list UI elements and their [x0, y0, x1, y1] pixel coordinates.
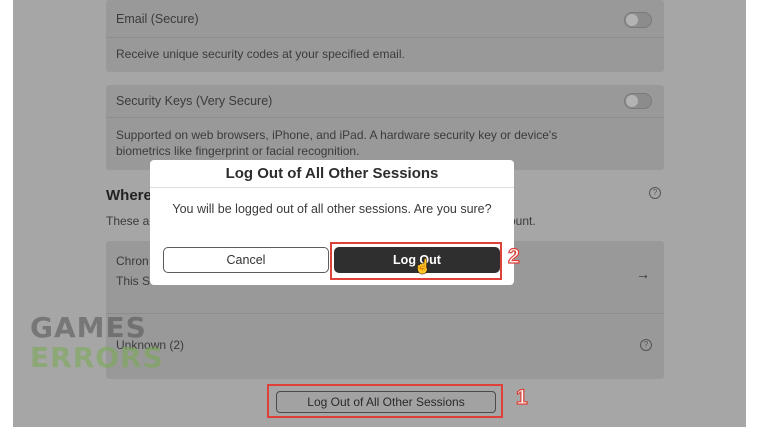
- security-keys-description-line2: biometrics like fingerprint or facial re…: [116, 144, 360, 158]
- session-divider: [106, 313, 664, 314]
- email-option-title: Email (Secure): [116, 12, 199, 26]
- help-icon[interactable]: ?: [640, 339, 652, 351]
- modal-title: Log Out of All Other Sessions: [225, 165, 439, 182]
- watermark-line2: ERRORS: [30, 341, 164, 374]
- modal-divider: [150, 187, 514, 188]
- session-name[interactable]: Chron: [116, 254, 149, 268]
- step1-number: 1: [515, 385, 528, 409]
- toggle-knob: [626, 14, 638, 26]
- logout-confirm-modal: Log Out of All Other Sessions You will b…: [150, 160, 514, 285]
- cancel-button[interactable]: Cancel: [163, 247, 329, 273]
- security-keys-title: Security Keys (Very Secure): [116, 94, 273, 108]
- settings-page: Email (Secure) Receive unique security c…: [13, 0, 746, 427]
- help-icon[interactable]: ?: [649, 187, 661, 199]
- modal-message: You will be logged out of all other sess…: [172, 202, 492, 216]
- toggle-knob: [626, 95, 638, 107]
- email-toggle[interactable]: [624, 12, 652, 28]
- email-option-card: Email (Secure) Receive unique security c…: [106, 0, 664, 72]
- sessions-heading: Where: [106, 187, 152, 204]
- arrow-right-icon[interactable]: →: [636, 266, 650, 282]
- sessions-subtitle-start: These a: [106, 214, 150, 228]
- card-divider: [106, 117, 664, 118]
- step1-highlight-box: [267, 384, 503, 418]
- games-errors-watermark: GAMES ERRORS: [30, 313, 164, 373]
- security-keys-option-card: Security Keys (Very Secure) Supported on…: [106, 85, 664, 170]
- session-subtitle: This S: [116, 274, 151, 288]
- security-keys-description-line1: Supported on web browsers, iPhone, and i…: [116, 128, 558, 142]
- watermark-line1: GAMES: [30, 311, 147, 344]
- security-keys-toggle[interactable]: [624, 93, 652, 109]
- email-option-description: Receive unique security codes at your sp…: [116, 47, 405, 61]
- card-divider: [106, 37, 664, 38]
- hand-cursor-icon: ☝: [414, 258, 432, 274]
- step2-number: 2: [507, 244, 520, 268]
